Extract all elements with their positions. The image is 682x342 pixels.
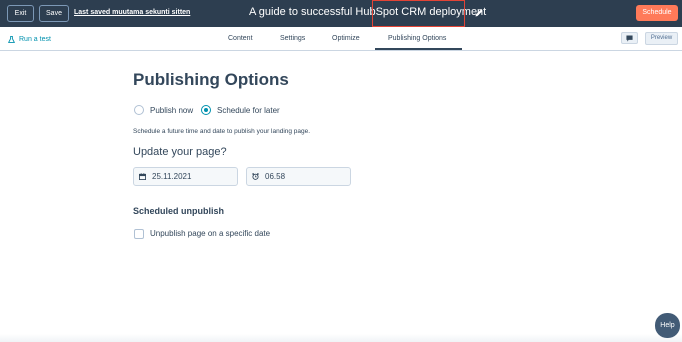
exit-button[interactable]: Exit — [7, 5, 34, 22]
tab-publishing-options[interactable]: Publishing Options — [388, 35, 446, 42]
comment-icon — [626, 35, 633, 42]
run-test-link[interactable]: Run a test — [8, 34, 51, 44]
time-value: 06.58 — [265, 172, 286, 181]
calendar-icon — [139, 173, 146, 180]
publish-now-radio[interactable] — [134, 105, 144, 115]
tab-content[interactable]: Content — [228, 35, 253, 42]
help-button[interactable]: Help — [655, 313, 680, 338]
unpublish-option[interactable]: Unpublish page on a specific date — [134, 228, 270, 239]
schedule-button[interactable]: Schedule — [636, 5, 678, 21]
tab-optimize[interactable]: Optimize — [332, 35, 360, 42]
preview-button[interactable]: Preview — [645, 32, 678, 45]
clock-icon — [252, 173, 259, 180]
page-heading: Publishing Options — [133, 70, 289, 89]
scheduled-unpublish-heading: Scheduled unpublish — [133, 206, 225, 216]
schedule-later-radio[interactable] — [201, 105, 211, 115]
unpublish-checkbox[interactable] — [134, 228, 144, 239]
unpublish-checkbox-label: Unpublish page on a specific date — [150, 229, 271, 238]
date-value: 25.11.2021 — [152, 172, 192, 181]
schedule-description: Schedule a future time and date to publi… — [133, 128, 311, 135]
pencil-icon[interactable] — [474, 8, 484, 18]
flask-icon — [8, 35, 15, 43]
date-field[interactable]: 25.11.2021 — [133, 167, 238, 186]
publish-now-option[interactable]: Publish now — [134, 104, 193, 116]
save-button[interactable]: Save — [39, 5, 69, 22]
time-field[interactable]: 06.58 — [246, 167, 351, 186]
tab-settings[interactable]: Settings — [280, 35, 305, 42]
last-saved-link[interactable]: Last saved muutama sekunti sitten — [74, 9, 190, 16]
comments-button[interactable] — [621, 32, 638, 44]
active-tab-indicator — [375, 48, 462, 50]
publish-now-label: Publish now — [150, 105, 194, 115]
top-bar: Exit Save Last saved muutama sekunti sit… — [0, 0, 682, 27]
bottom-shadow — [0, 334, 682, 342]
run-test-label: Run a test — [19, 35, 51, 43]
schedule-later-option[interactable]: Schedule for later — [201, 104, 280, 116]
tab-bar: Run a test Content Settings Optimize Pub… — [0, 27, 682, 51]
tab-highlight-box — [372, 0, 465, 27]
schedule-later-label: Schedule for later — [217, 105, 280, 115]
update-heading: Update your page? — [133, 146, 227, 158]
